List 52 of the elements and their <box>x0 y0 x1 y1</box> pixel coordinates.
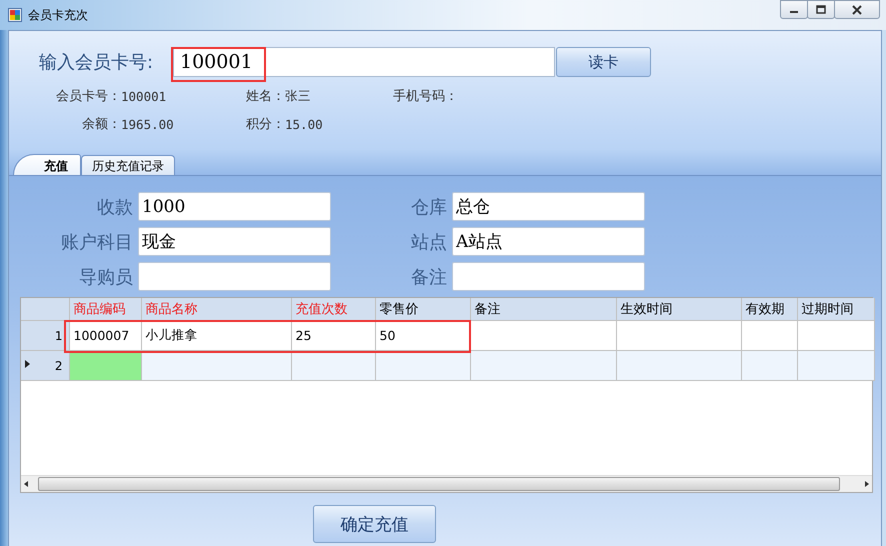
info-value: 张三 <box>285 88 312 104</box>
row-number: 1 <box>54 329 62 343</box>
text-field[interactable]: A站点 <box>452 227 645 256</box>
current-row-icon <box>25 360 30 368</box>
table-cell: 25 <box>291 320 375 350</box>
table-row[interactable]: 2 <box>21 350 874 380</box>
tab[interactable]: 充值 <box>13 154 81 175</box>
horizontal-scrollbar[interactable] <box>21 475 872 492</box>
column-header[interactable]: 有效期 <box>741 298 797 320</box>
read-card-button[interactable]: 读卡 <box>556 47 651 77</box>
close-button[interactable] <box>834 0 880 19</box>
info-label: 手机号码： <box>392 88 458 105</box>
info-label: 会员卡号： <box>55 88 121 105</box>
app-icon <box>8 8 22 22</box>
field-label: 导购员 <box>78 266 133 288</box>
text-field[interactable] <box>452 262 645 291</box>
field-label: 站点 <box>410 230 447 254</box>
field-label: 账户科目 <box>60 230 133 254</box>
close-icon <box>852 4 862 14</box>
table-cell: 1000007 <box>69 320 141 350</box>
maximize-icon <box>816 5 826 14</box>
field-label: 备注 <box>410 266 447 288</box>
column-header[interactable]: 生效时间 <box>616 298 741 320</box>
column-header[interactable]: 备注 <box>470 298 616 320</box>
info-label: 姓名： <box>245 88 285 105</box>
text-field[interactable] <box>138 262 331 291</box>
field-label: 收款 <box>96 196 133 218</box>
info-label: 积分： <box>245 116 285 133</box>
table-cell: 小儿推拿 <box>141 320 291 350</box>
field-label: 仓库 <box>410 196 447 218</box>
card-number-field[interactable]: 100001 <box>173 47 555 77</box>
info-label: 余额： <box>81 116 121 133</box>
window-title: 会员卡充次 <box>28 6 88 24</box>
column-header[interactable]: 零售价 <box>375 298 470 320</box>
text-field[interactable]: 现金 <box>138 227 331 256</box>
table-cell: 50 <box>375 320 470 350</box>
maximize-button[interactable] <box>807 0 835 19</box>
minimize-button[interactable] <box>780 0 808 19</box>
column-header[interactable]: 过期时间 <box>797 298 874 320</box>
grid-corner <box>21 298 69 320</box>
text-field[interactable]: 总仓 <box>452 192 645 221</box>
row-header[interactable]: 2 <box>21 350 69 380</box>
text-field[interactable]: 1000 <box>138 192 331 221</box>
row-number: 2 <box>54 359 62 373</box>
info-value: 15.00 <box>285 116 324 132</box>
row-header[interactable]: 1 <box>21 320 69 350</box>
table-row[interactable]: 1 1000007 小儿推拿 25 50 <box>21 320 874 350</box>
info-value: 100001 <box>121 88 168 104</box>
card-number-label: 输入会员卡号: <box>39 51 154 74</box>
confirm-button[interactable]: 确定充值 <box>313 505 436 543</box>
tab[interactable]: 历史充值记录 <box>81 155 175 175</box>
info-value: 1965.00 <box>121 116 175 132</box>
